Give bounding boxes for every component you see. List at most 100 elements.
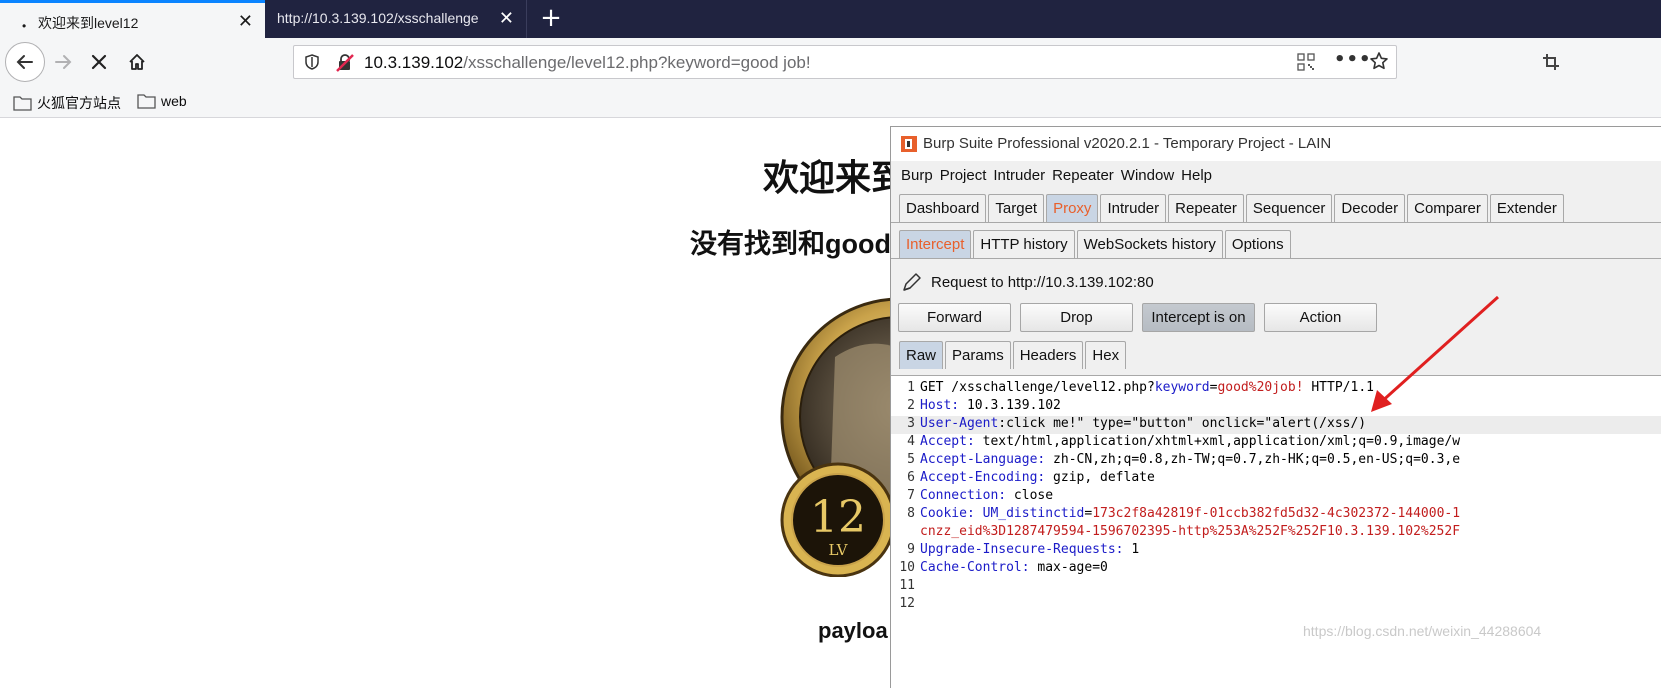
bookmark-folder-firefox[interactable]: 火狐官方站点 [13,93,121,113]
request-editor[interactable]: 1 GET /xsschallenge/level12.php?keyword=g… [891,375,1661,688]
drop-button[interactable]: Drop [1020,303,1133,332]
tab-dashboard[interactable]: Dashboard [899,194,987,222]
menu-burp[interactable]: Burp [901,167,933,184]
close-icon [91,54,107,70]
shield-icon[interactable] [303,53,321,71]
tab-proxy[interactable]: Proxy [1046,194,1099,222]
new-tab-button[interactable]: + [536,4,566,34]
menu-help[interactable]: Help [1181,167,1212,184]
tab-xsschallenge[interactable]: http://10.3.139.102/xsschallenge ✕ [265,0,527,38]
tab-level12[interactable]: • 欢迎来到level12 ✕ [0,0,265,38]
request-line[interactable]: cnzz_eid%3D1287479594-1596702395-http%25… [891,524,1661,542]
request-line[interactable]: 2 Host: 10.3.139.102 [891,398,1661,416]
tab-intruder[interactable]: Intruder [1100,194,1167,222]
header-name: Accept-Encoding: [920,470,1046,485]
watermark: https://blog.csdn.net/weixin_44288604 [1303,623,1542,639]
home-button[interactable] [122,47,152,77]
level-badge-image: 12 LV [780,297,895,577]
intercept-toggle-button[interactable]: Intercept is on [1142,303,1255,332]
bookmark-star-icon[interactable] [1369,51,1389,71]
line-code: GET /xsschallenge/level12.php?keyword=go… [920,380,1374,395]
request-line[interactable]: 6 Accept-Encoding: gzip, deflate [891,470,1661,488]
stop-button[interactable] [84,47,114,77]
qr-code-icon[interactable] [1297,53,1315,71]
tab-intercept[interactable]: Intercept [899,230,972,258]
request-line[interactable]: 8 Cookie: UM_distinctid=173c2f8a42819f-01… [891,506,1661,524]
close-tab-icon[interactable]: ✕ [238,11,253,32]
code-text: gzip, deflate [1045,470,1155,485]
line-number: 9 [907,542,915,557]
forward-button[interactable] [48,47,78,77]
arrow-left-icon [16,55,33,69]
tab-bullet: • [22,19,27,33]
back-button[interactable] [5,42,45,82]
bookmark-label: 火狐官方站点 [37,95,121,111]
tab-options[interactable]: Options [1224,230,1291,258]
tab-raw[interactable]: Raw [899,341,944,369]
tab-websockets-history[interactable]: WebSockets history [1076,230,1223,258]
url-host: 10.3.139.102 [364,53,464,72]
request-line[interactable]: 4 Accept: text/html,application/xhtml+xml… [891,434,1661,452]
navigation-bar: 10.3.139.102/xsschallenge/level12.php?ke… [0,38,1661,88]
tab-title: http://10.3.139.102/xsschallenge [277,10,479,26]
request-line[interactable]: 7 Connection: close [891,488,1661,506]
request-line[interactable]: 10 Cache-Control: max-age=0 [891,560,1661,578]
header-name: UM_distinctid [982,506,1085,521]
menu-window[interactable]: Window [1121,167,1174,184]
home-icon [129,54,145,70]
bookmark-folder-web[interactable]: web [137,93,187,109]
code-text: max-age=0 [1029,560,1108,575]
request-line[interactable]: 1 GET /xsschallenge/level12.php?keyword=g… [891,380,1661,398]
line-code: Accept-Encoding: gzip, deflate [920,470,1155,485]
tab-repeater[interactable]: Repeater [1168,194,1244,222]
tab-extender[interactable]: Extender [1489,194,1564,222]
message-tabs: Raw Params Headers Hex [899,341,1128,369]
request-line[interactable]: 12 [891,596,1661,614]
request-line[interactable]: 3 User-Agent:click me!" type="button" onc… [891,416,1661,434]
tab-params[interactable]: Params [945,341,1011,369]
request-line[interactable]: 11 [891,578,1661,596]
burp-suite-window: Burp Suite Professional v2020.2.1 - Temp… [890,126,1661,688]
tab-hex[interactable]: Hex [1085,341,1127,369]
tab-target[interactable]: Target [988,194,1045,222]
line-code: cnzz_eid%3D1287479594-1596702395-http%25… [920,524,1460,539]
code-text: 10.3.139.102 [959,398,1061,413]
pencil-icon [903,273,921,291]
line-code: Upgrade-Insecure-Requests: 1 [920,542,1139,557]
forward-button[interactable]: Forward [898,303,1011,332]
menu-repeater[interactable]: Repeater [1052,167,1114,184]
line-number: 12 [899,596,915,611]
payload-label: payloa [818,618,888,643]
bookmarks-toolbar: 火狐官方站点 web [0,88,1661,118]
more-actions-icon[interactable]: ••• [1334,49,1372,70]
divider [891,258,1661,259]
tab-headers[interactable]: Headers [1012,341,1084,369]
menu-project[interactable]: Project [940,167,987,184]
address-bar[interactable]: 10.3.139.102/xsschallenge/level12.php?ke… [293,45,1397,79]
header-name: Host: [920,398,960,413]
burp-main-tabs: Dashboard Target Proxy Intruder Repeater… [899,194,1566,222]
line-number: 3 [907,416,915,431]
folder-icon [13,96,32,111]
url-text: 10.3.139.102/xsschallenge/level12.php?ke… [364,53,811,73]
request-line[interactable]: 5 Accept-Language: zh-CN,zh;q=0.8,zh-TW;q… [891,452,1661,470]
insecure-lock-icon[interactable] [335,53,355,73]
line-number: 1 [907,380,915,395]
line-code: Accept-Language: zh-CN,zh;q=0.8,zh-TW;q=… [920,452,1460,467]
tab-http-history[interactable]: HTTP history [973,230,1075,258]
menu-intruder[interactable]: Intruder [993,167,1045,184]
tab-decoder[interactable]: Decoder [1334,194,1406,222]
folder-icon [137,94,156,109]
divider [891,222,1661,223]
screenshot-icon[interactable] [1541,52,1561,72]
red-arrow-annotation [1371,295,1500,412]
tab-sequencer[interactable]: Sequencer [1245,194,1333,222]
request-line[interactable]: 9 Upgrade-Insecure-Requests: 1 [891,542,1661,560]
request-target-label: Request to http://10.3.139.102:80 [931,273,1154,291]
header-name: Cache-Control: [920,560,1030,575]
arrow-right-icon [55,55,72,69]
tab-comparer[interactable]: Comparer [1407,194,1488,222]
param-value: 173c2f8a42819f-01ccb382fd5d32-4c302372-1… [1092,506,1461,521]
close-tab-icon[interactable]: ✕ [499,8,514,29]
param-value: good%20job! [1217,380,1304,395]
